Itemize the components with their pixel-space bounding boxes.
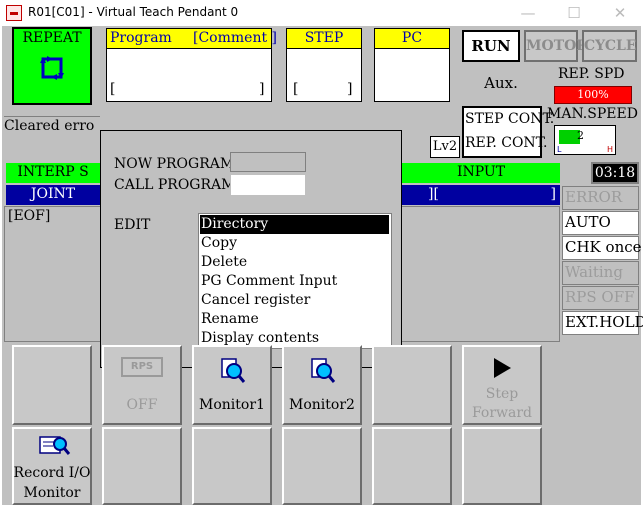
now-program-label: NOW PROGRAM <box>114 156 235 172</box>
menu-item-copy[interactable]: Copy <box>200 234 389 253</box>
record-io-label-2: Monitor <box>23 485 81 501</box>
magnifier-monitor-icon <box>221 358 246 383</box>
play-triangle-icon <box>494 358 511 378</box>
menu-item-pg-comment-input[interactable]: PG Comment Input <box>200 272 389 291</box>
clock-display: 03:18 <box>591 162 639 184</box>
step-label: STEP <box>304 30 344 46</box>
pendant-client-area: REPEAT Program [Comment ] [ ] STEP [ ] P… <box>2 26 643 505</box>
menu-item-directory[interactable]: Directory <box>200 215 389 234</box>
joint-band: JOINT <box>6 185 100 205</box>
program-popup: NOW PROGRAM CALL PROGRAM EDIT Directory … <box>100 130 402 368</box>
maximize-button[interactable]: ☐ <box>551 0 597 26</box>
function-button-empty-8[interactable] <box>192 427 272 505</box>
magnifier-document-icon <box>39 436 71 455</box>
monitor2-label: Monitor2 <box>289 397 355 413</box>
step-cont-label: STEP CONT. <box>465 111 555 127</box>
interp-label: INTERP S <box>17 164 89 180</box>
auto-button[interactable]: AUTO <box>562 211 639 235</box>
function-button-empty-5[interactable] <box>372 345 452 425</box>
program-value-open: [ <box>110 81 116 97</box>
function-button-empty-7[interactable] <box>102 427 182 505</box>
step-value-close: ] <box>347 81 353 97</box>
input-label: INPUT <box>456 164 506 180</box>
man-speed-label: MAN.SPEED <box>547 106 638 122</box>
repeat-label: REPEAT <box>22 30 82 46</box>
error-button[interactable]: ERROR <box>562 186 639 210</box>
step-forward-button[interactable]: Step Forward <box>462 345 542 425</box>
function-button-empty-9[interactable] <box>282 427 362 505</box>
interp-band: INTERP S <box>6 163 100 183</box>
close-button[interactable]: ✕ <box>597 0 643 26</box>
now-program-field[interactable] <box>230 152 306 172</box>
monitor1-button[interactable]: Monitor1 <box>192 345 272 425</box>
program-value-close: ] <box>259 81 265 97</box>
pc-label: PC <box>401 30 423 46</box>
message-text: Cleared erro <box>4 118 95 134</box>
rep-speed-label: REP. SPD <box>558 66 625 82</box>
repeat-cycle-icon <box>40 56 64 80</box>
rps-off-button[interactable]: RPS OFF <box>562 286 639 310</box>
message-area: Cleared erro <box>4 116 100 160</box>
monitor2-button[interactable]: Monitor2 <box>282 345 362 425</box>
joint-bracket: ][ <box>428 186 439 202</box>
minimize-button[interactable]: — <box>505 0 551 26</box>
window-title: R01[C01] - Virtual Teach Pendant 0 <box>28 5 239 19</box>
rep-speed-value[interactable]: 100% <box>554 86 632 104</box>
pc-display[interactable]: PC <box>374 28 450 102</box>
man-speed-value: 2 <box>577 129 584 142</box>
comment-label: [Comment ] <box>193 30 277 46</box>
man-speed-gauge[interactable]: 2 L H <box>554 125 616 155</box>
level-indicator[interactable]: Lv2 <box>430 136 460 158</box>
run-button[interactable]: RUN <box>462 30 520 62</box>
motor-button[interactable]: MOTOR <box>524 30 588 62</box>
step-display[interactable]: STEP [ ] <box>286 28 362 102</box>
call-program-field[interactable] <box>230 174 306 196</box>
joint-label: JOINT <box>30 186 76 202</box>
repeat-button[interactable]: REPEAT <box>12 27 92 105</box>
step-forward-label-1: Step <box>485 386 519 402</box>
edit-label: EDIT <box>114 217 151 233</box>
man-speed-high: H <box>607 145 614 154</box>
input-band: INPUT <box>402 163 560 183</box>
edit-menu-list[interactable]: Directory Copy Delete PG Comment Input C… <box>198 213 392 349</box>
menu-item-delete[interactable]: Delete <box>200 253 389 272</box>
function-button-empty-11[interactable] <box>462 427 542 505</box>
step-cont-button[interactable]: STEP CONT. REP. CONT. <box>462 106 554 158</box>
rps-off-function-button[interactable]: RPS OFF <box>102 345 182 425</box>
app-icon <box>6 5 22 21</box>
step-value-open: [ <box>293 81 299 97</box>
rps-off-label: OFF <box>126 397 158 413</box>
joint-band-right: ][ ] <box>402 185 560 205</box>
program-label: Program <box>110 30 172 46</box>
rps-icon: RPS <box>121 357 163 377</box>
program-display[interactable]: Program [Comment ] [ ] <box>106 28 277 102</box>
record-io-label-1: Record I/O <box>13 465 91 481</box>
chk-once-button[interactable]: CHK once <box>562 236 642 260</box>
joint-bracket-end: ] <box>550 186 556 202</box>
call-program-label: CALL PROGRAM <box>114 177 236 193</box>
man-speed-low: L <box>557 145 562 154</box>
monitor1-label: Monitor1 <box>199 397 265 413</box>
record-io-monitor-button[interactable]: Record I/O Monitor <box>12 427 92 505</box>
waiting-button[interactable]: Waiting <box>562 261 639 285</box>
menu-item-rename[interactable]: Rename <box>200 310 389 329</box>
rep-cont-label: REP. CONT. <box>465 135 548 151</box>
ext-hold-button[interactable]: EXT.HOLD <box>562 311 643 335</box>
eof-marker: [EOF] <box>8 208 51 224</box>
function-button-empty-10[interactable] <box>372 427 452 505</box>
title-bar: R01[C01] - Virtual Teach Pendant 0 — ☐ ✕ <box>0 0 643 26</box>
aux-label[interactable]: Aux. <box>464 68 538 98</box>
step-forward-label-2: Forward <box>471 405 533 421</box>
function-button-empty-1[interactable] <box>12 345 92 425</box>
menu-item-cancel-register[interactable]: Cancel register <box>200 291 389 310</box>
magnifier-monitor-icon <box>311 358 336 383</box>
cycle-button[interactable]: CYCLE <box>582 30 637 62</box>
